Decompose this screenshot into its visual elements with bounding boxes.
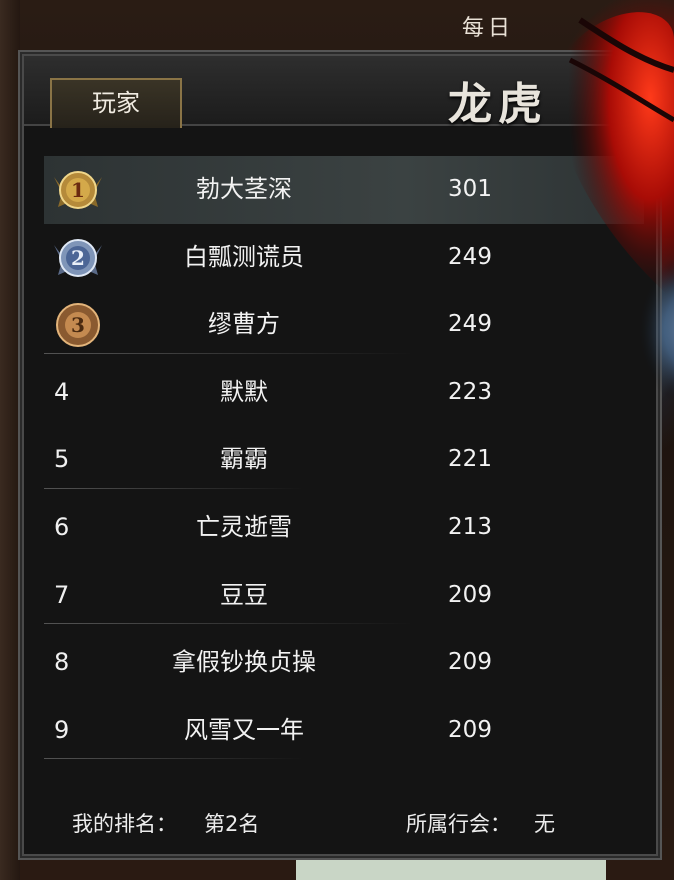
ranking-row-8[interactable]: 8 拿假钞换贞操 209 [44, 629, 644, 697]
ranking-row-7[interactable]: 7 豆豆 209 [44, 562, 644, 630]
player-score: 249 [448, 243, 492, 270]
panel-header: 玩家 龙虎 [24, 56, 656, 130]
ranking-row-6[interactable]: 6 亡灵逝雪 213 [44, 494, 644, 562]
player-score: 209 [448, 581, 492, 608]
row-divider [44, 353, 414, 354]
player-name: 白瓢测谎员 [184, 242, 304, 271]
row-divider [44, 488, 304, 489]
ranking-row-2[interactable]: 2 白瓢测谎员 249 [44, 224, 644, 292]
player-name: 拿假钞换贞操 [172, 648, 316, 677]
ranking-row-4[interactable]: 4 默默 223 [44, 359, 644, 427]
ranking-row-3[interactable]: 3 缪曹方 249 [44, 291, 644, 359]
row-divider [44, 623, 414, 624]
player-name: 缪曹方 [208, 310, 280, 339]
guild-label: 所属行会： [406, 812, 511, 836]
ranking-row-1[interactable]: 1 勃大茎深 301 [44, 156, 644, 224]
player-name: 默默 [220, 377, 268, 406]
ranking-footer: 我的排名： 第2名 所属行会： 无 [44, 804, 644, 844]
row-divider [44, 758, 304, 759]
player-score: 209 [448, 716, 492, 743]
player-score: 223 [448, 378, 492, 405]
player-score: 221 [448, 446, 492, 473]
tab-player[interactable]: 玩家 [50, 78, 182, 128]
player-name: 亡灵逝雪 [196, 512, 292, 541]
scene-left-strip [0, 0, 20, 880]
player-score: 301 [448, 176, 492, 202]
player-score: 249 [448, 311, 492, 338]
player-score: 213 [448, 513, 492, 540]
panel-title: 龙虎 [448, 79, 548, 130]
ranking-row-9[interactable]: 9 风雪又一年 209 [44, 697, 644, 765]
player-name: 霸霸 [220, 445, 268, 474]
player-name: 勃大茎深 [196, 175, 292, 203]
daily-text: 每日 [462, 16, 515, 41]
player-score: 209 [448, 649, 492, 676]
ranking-panel: 玩家 龙虎 1 勃大茎深 301 2 白瓢测谎员 249 3 缪曹方 249 4… [18, 50, 662, 860]
my-rank-value: 第2名 [204, 812, 260, 836]
my-rank-label: 我的排名： [72, 812, 177, 836]
player-name: 风雪又一年 [184, 715, 304, 744]
ranking-row-5[interactable]: 5 霸霸 221 [44, 426, 644, 494]
player-name: 豆豆 [220, 580, 268, 609]
ranking-list: 1 勃大茎深 301 2 白瓢测谎员 249 3 缪曹方 249 4 默默 22… [44, 156, 644, 764]
guild-value: 无 [534, 812, 555, 836]
